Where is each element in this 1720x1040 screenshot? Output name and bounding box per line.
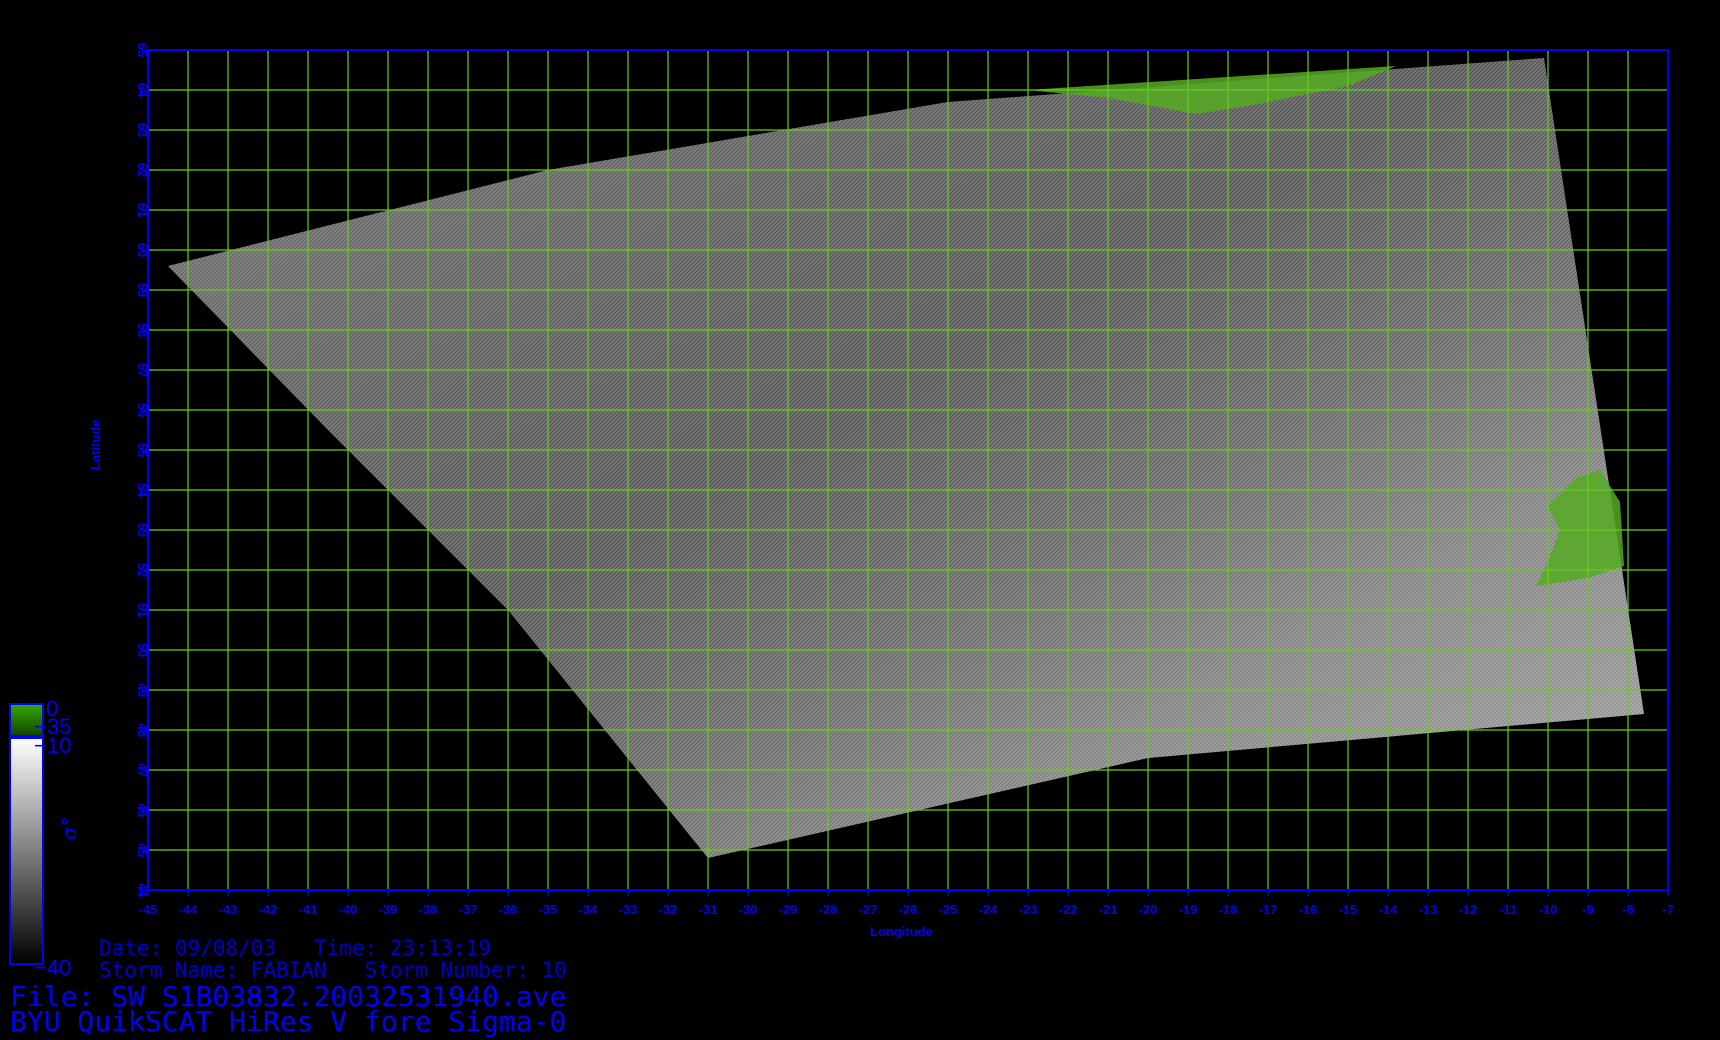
y-tick-label: 50	[135, 643, 150, 657]
y-axis-title: Latitude	[88, 419, 103, 470]
x-tick-label: -21	[1099, 902, 1118, 917]
y-tick-label: 56	[135, 403, 150, 417]
x-tick-label: -8	[1622, 902, 1634, 917]
x-tick-label: -25	[939, 902, 958, 917]
x-tick-label: -40	[339, 902, 358, 917]
x-tick-label: -19	[1179, 902, 1198, 917]
y-tick-label: 47	[135, 763, 150, 777]
x-tick-label: -31	[699, 902, 718, 917]
swath-shading	[168, 58, 1644, 858]
x-tick-label: -7	[1662, 902, 1674, 917]
map-plot: -45 -44 -43 -42 -41 -40 -39 -38 -37 -36 -35 -34 -33 -…	[9, 43, 1674, 965]
y-tick-label: 58	[135, 323, 150, 337]
y-tick-label: 60	[135, 243, 150, 257]
storm-info-line: Storm Name: FABIAN Storm Number: 10	[99, 958, 567, 982]
x-tick-label: -15	[1339, 902, 1358, 917]
x-tick-label: -34	[579, 902, 599, 917]
y-tick-label: 48	[135, 723, 150, 737]
x-tick-label: -10	[1539, 902, 1558, 917]
x-tick-label: -39	[379, 902, 398, 917]
x-tick-label: -41	[299, 902, 318, 917]
x-tick-label: -28	[819, 902, 838, 917]
colorbar-sigma-symbol: σ°	[57, 816, 81, 840]
sigma0-swath-image	[168, 58, 1644, 858]
x-tick-label: -16	[1299, 902, 1318, 917]
x-tick-label: -42	[259, 902, 278, 917]
x-tick-label: -36	[499, 902, 518, 917]
x-tick-label: -35	[539, 902, 558, 917]
x-tick-label: -38	[419, 902, 438, 917]
colorbar-sigma0-segment	[9, 737, 44, 965]
x-tick-label: -13	[1419, 902, 1438, 917]
y-tick-label: 49	[135, 683, 150, 697]
x-tick-label: -14	[1379, 902, 1399, 917]
longitude-tick-labels: -45 -44 -43 -42 -41 -40 -39 -38 -37 -36 -35 -34 -33 -…	[139, 890, 1674, 917]
y-tick-label: 53	[135, 523, 150, 537]
colorbar-tick-sigma-max: −10	[34, 733, 72, 758]
y-tick-label: 52	[135, 563, 150, 577]
x-tick-label: -24	[979, 902, 999, 917]
x-tick-label: -20	[1139, 902, 1158, 917]
x-tick-label: -32	[659, 902, 678, 917]
x-tick-label: -9	[1582, 902, 1594, 917]
y-tick-label: 54	[135, 483, 150, 498]
y-tick-label: 61	[135, 203, 150, 217]
x-tick-label: -22	[1059, 902, 1078, 917]
x-tick-label: -26	[899, 902, 918, 917]
x-tick-label: -44	[179, 902, 199, 917]
x-tick-label: -17	[1259, 902, 1278, 917]
x-tick-label: -37	[459, 902, 478, 917]
colorbar-tick-sigma-min: −40	[34, 955, 72, 980]
x-tick-label: -43	[219, 902, 238, 917]
x-axis-title: Longitude	[870, 924, 933, 939]
y-tick-label: 44	[135, 883, 150, 898]
y-tick-label: 63	[135, 123, 150, 137]
x-tick-label: -18	[1219, 902, 1238, 917]
y-tick-label: 45	[135, 843, 150, 857]
y-tick-label: 51	[135, 603, 150, 617]
x-tick-label: -23	[1019, 902, 1038, 917]
x-tick-label: -45	[139, 902, 158, 917]
y-tick-label: 64	[135, 83, 150, 98]
y-tick-label: 59	[135, 283, 150, 297]
y-tick-label: 46	[135, 803, 150, 817]
x-tick-label: -33	[619, 902, 638, 917]
x-tick-label: -12	[1459, 902, 1478, 917]
x-tick-label: -30	[739, 902, 758, 917]
x-tick-label: -11	[1499, 902, 1517, 917]
x-tick-label: -27	[859, 902, 878, 917]
product-title-line: BYU QuikSCAT HiRes V fore Sigma-0	[10, 1005, 567, 1038]
y-tick-label: 65	[135, 43, 150, 57]
date-time-line: Date: 09/08/03 Time: 23:13:19	[99, 936, 491, 960]
quikscat-map-viewer: -45 -44 -43 -42 -41 -40 -39 -38 -37 -36 -35 -34 -33 -…	[0, 0, 1720, 1040]
x-tick-label: -29	[779, 902, 798, 917]
y-tick-label: 55	[135, 443, 150, 457]
y-tick-label: 62	[135, 163, 150, 177]
y-tick-label: 57	[135, 363, 150, 377]
